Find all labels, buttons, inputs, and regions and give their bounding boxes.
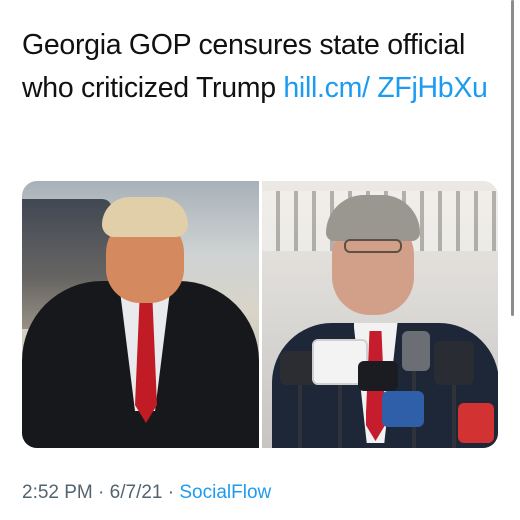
tweet-date[interactable]: 6/7/21 bbox=[110, 482, 163, 503]
media-photo-right[interactable] bbox=[261, 181, 498, 448]
meta-separator: · bbox=[92, 482, 110, 503]
tweet-source-link[interactable]: SocialFlow bbox=[179, 482, 271, 503]
media-photo-left[interactable] bbox=[22, 181, 259, 448]
meta-separator: · bbox=[162, 482, 180, 503]
tweet-meta: 2:52 PM · 6/7/21 · SocialFlow bbox=[22, 482, 271, 504]
tweet-link[interactable]: hill.cm/ ZFjHbXu bbox=[283, 72, 488, 104]
tweet-time[interactable]: 2:52 PM bbox=[22, 482, 93, 503]
tweet-media[interactable] bbox=[22, 181, 498, 448]
tweet-text: Georgia GOP censures state official who … bbox=[22, 24, 502, 110]
scrollbar[interactable] bbox=[511, 0, 514, 316]
